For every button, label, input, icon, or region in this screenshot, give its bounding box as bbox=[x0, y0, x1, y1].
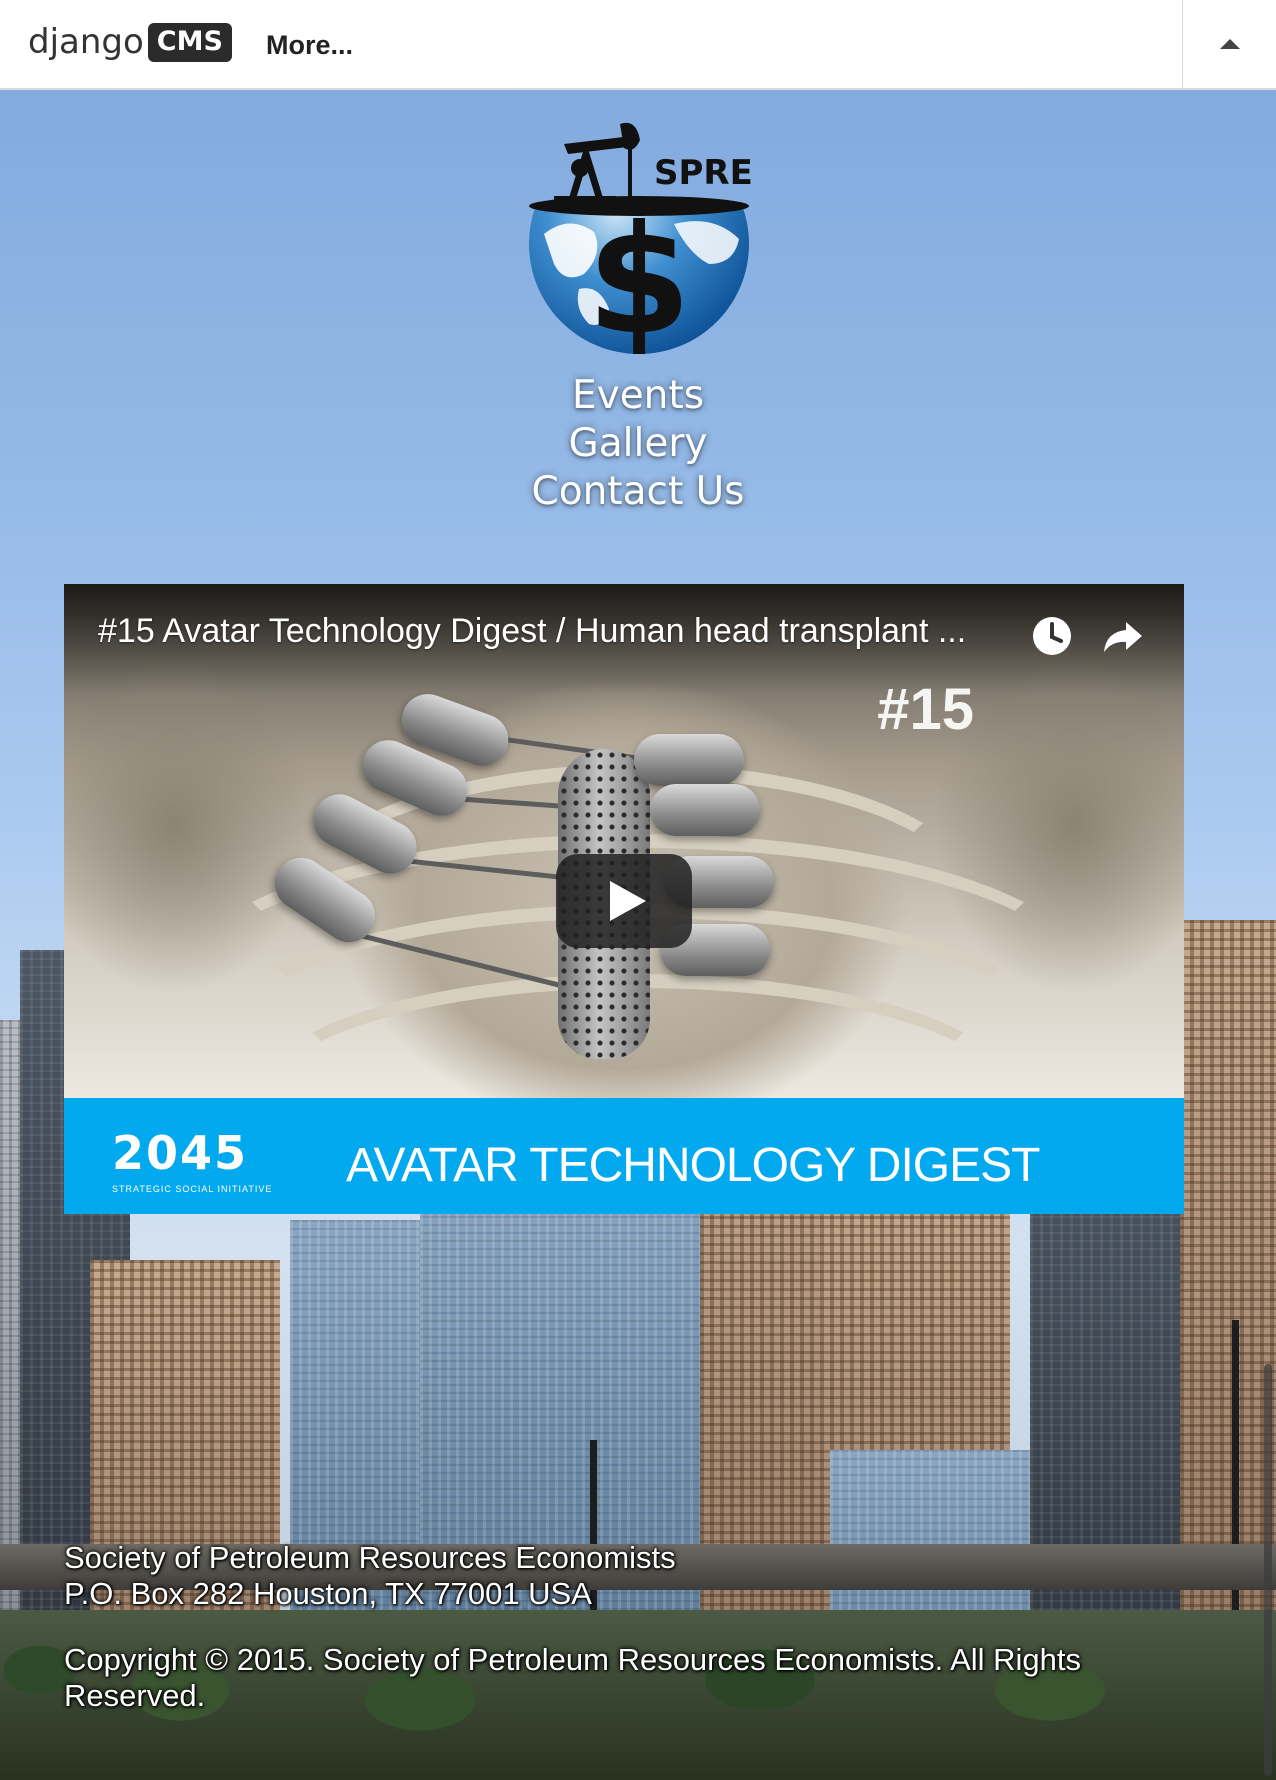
scrollbar-thumb[interactable] bbox=[1264, 1364, 1272, 1776]
brand-badge: CMS bbox=[147, 22, 232, 62]
django-cms-logo[interactable]: django CMS bbox=[28, 22, 232, 62]
org-name: Society of Petroleum Resources Economist… bbox=[64, 1540, 676, 1575]
nav-item-gallery[interactable]: Gallery bbox=[438, 420, 838, 468]
clock-icon[interactable] bbox=[1030, 614, 1074, 658]
toolbar-toggle-button[interactable] bbox=[1182, 0, 1276, 88]
2045-logo: 2045 bbox=[112, 1126, 249, 1180]
implant-clip bbox=[650, 784, 760, 836]
episode-number: #15 bbox=[877, 677, 974, 742]
nav-item-events[interactable]: Events bbox=[438, 372, 838, 420]
caret-up-icon bbox=[1219, 39, 1240, 49]
brand-word: django bbox=[28, 22, 144, 62]
copyright: Copyright © 2015. Society of Petroleum R… bbox=[64, 1642, 1082, 1713]
dollar-icon: $ bbox=[587, 194, 691, 358]
banner-text: AVATAR TECHNOLOGY DIGEST bbox=[346, 1139, 1040, 1192]
video-title[interactable]: #15 Avatar Technology Digest / Human hea… bbox=[98, 612, 966, 651]
more-menu[interactable]: More... bbox=[266, 30, 353, 61]
play-icon bbox=[610, 881, 646, 921]
nav-item-contact-us[interactable]: Contact Us bbox=[438, 468, 838, 516]
share-icon[interactable] bbox=[1100, 614, 1144, 658]
video-banner: 2045 STRATEGIC SOCIAL INITIATIVE AVATAR … bbox=[64, 1098, 1184, 1214]
main-nav: Events Gallery Contact Us bbox=[438, 372, 838, 516]
logo-text: SPRE bbox=[654, 153, 753, 193]
spre-logo: SPRE $ bbox=[529, 122, 753, 358]
play-button[interactable] bbox=[556, 854, 692, 948]
footer: Society of Petroleum Resources Economist… bbox=[64, 1540, 1144, 1714]
cms-toolbar: django CMS More... bbox=[0, 0, 1276, 90]
video-thumbnail: #15 Avatar Technology Digest / Human hea… bbox=[64, 584, 1184, 1098]
2045-logo-subtitle: STRATEGIC SOCIAL INITIATIVE bbox=[112, 1184, 273, 1194]
org-address: P.O. Box 282 Houston, TX 77001 USA bbox=[64, 1576, 592, 1611]
implant-clip bbox=[634, 734, 744, 786]
youtube-embed[interactable]: #15 Avatar Technology Digest / Human hea… bbox=[64, 584, 1184, 1214]
